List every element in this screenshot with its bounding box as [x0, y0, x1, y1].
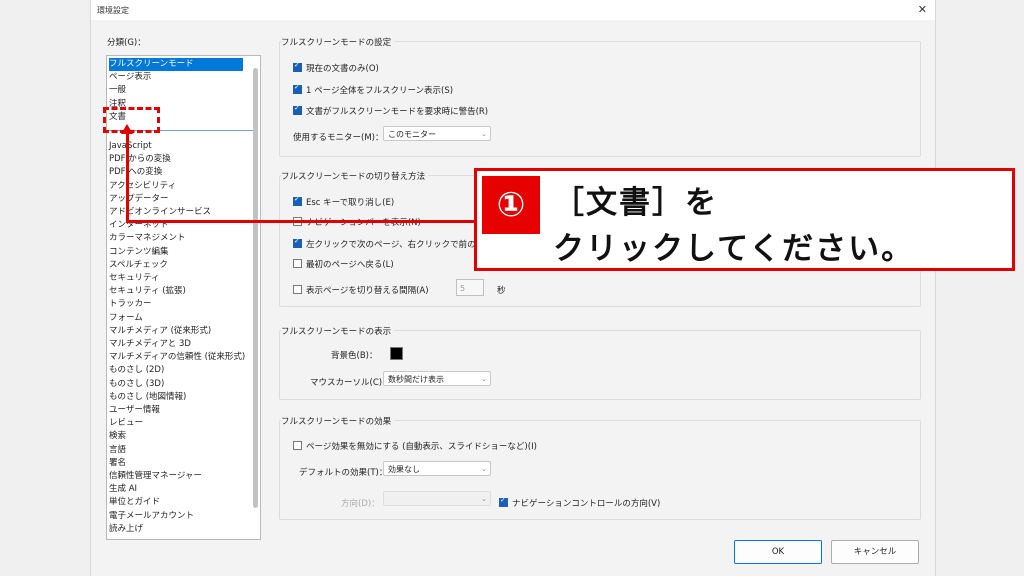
alert-checkbox[interactable]: 文書がフルスクリーンモードを要求時に警告(R) — [293, 104, 488, 117]
category-item[interactable]: PDF からの変換 — [109, 153, 171, 166]
checkbox-unchecked-icon — [293, 285, 302, 294]
category-item[interactable]: セキュリティ — [109, 272, 160, 285]
category-item[interactable]: トラッカー — [109, 298, 152, 311]
cursor-select[interactable]: 数秒間だけ表示 ⌄ — [383, 371, 491, 386]
arrow-up-icon — [121, 124, 133, 134]
step-number-badge: ① — [482, 176, 540, 234]
transitions-title: フルスクリーンモードの効果 — [281, 415, 395, 427]
checkbox-checked-icon — [293, 104, 302, 115]
background-color-label: 背景色(B)： — [331, 351, 378, 361]
checkbox-checked-icon — [293, 61, 302, 72]
category-item[interactable]: JavaScript — [109, 140, 152, 153]
category-label: 分類(G)： — [107, 38, 146, 48]
category-item[interactable]: 電子メールアカウント — [109, 510, 194, 523]
chevron-down-icon: ⌄ — [481, 375, 487, 383]
checkbox-checked-icon — [293, 195, 302, 206]
one-page-checkbox[interactable]: 1 ページ全体をフルスクリーン表示(S) — [293, 83, 453, 96]
setup-title: フルスクリーンモードの設定 — [281, 36, 395, 48]
category-item[interactable]: 信頼性管理マネージャー — [109, 470, 202, 483]
chevron-down-icon: ⌄ — [481, 495, 487, 503]
instruction-line-1: ［文書］を — [553, 185, 718, 221]
ok-button[interactable]: OK — [734, 540, 822, 564]
category-item[interactable]: ものさし (地図情報) — [109, 391, 186, 404]
appearance-group — [279, 330, 921, 400]
esc-checkbox[interactable]: Esc キーで取り消し(E) — [293, 195, 394, 208]
category-item[interactable]: レビュー — [109, 417, 143, 430]
category-item[interactable]: アドビオンラインサービス — [109, 206, 211, 219]
category-item[interactable]: 単位とガイド — [109, 496, 160, 509]
category-item[interactable]: ものさし (3D) — [109, 378, 164, 391]
advance-seconds-input[interactable]: 5 — [456, 279, 484, 296]
advance-checkbox[interactable]: 表示ページを切り替える間隔(A) — [293, 284, 429, 296]
category-item[interactable]: アクセシビリティ — [109, 180, 176, 193]
cancel-button[interactable]: キャンセル — [831, 540, 919, 564]
current-doc-checkbox[interactable]: 現在の文書のみ(O) — [293, 61, 379, 74]
category-item[interactable]: コンテンツ編集 — [109, 246, 169, 259]
nav-direction-checkbox[interactable]: ナビゲーションコントロールの方向(V) — [499, 496, 660, 509]
category-item[interactable]: フォーム — [109, 312, 143, 325]
default-transition-label: デフォルトの効果(T)： — [299, 468, 388, 478]
chevron-down-icon: ⌄ — [481, 465, 487, 473]
category-item[interactable]: ページ表示 — [109, 71, 151, 84]
appearance-title: フルスクリーンモードの表示 — [281, 325, 395, 337]
close-icon[interactable]: ✕ — [918, 3, 927, 16]
category-item[interactable]: フルスクリーンモード — [109, 58, 243, 71]
background-color-swatch[interactable] — [390, 347, 403, 360]
category-item[interactable]: 検索 — [109, 430, 126, 443]
checkbox-checked-icon — [499, 496, 508, 507]
instruction-callout: ① ［文書］を クリックしてください。 — [474, 168, 1015, 271]
category-item[interactable]: マルチメディア (従来形式) — [109, 325, 211, 338]
title-bar: 環境設定 ✕ — [91, 0, 935, 20]
category-item[interactable]: アップデーター — [109, 193, 169, 206]
window-title: 環境設定 — [97, 6, 129, 15]
category-item[interactable]: カラーマネジメント — [109, 232, 186, 245]
preferences-dialog: 環境設定 ✕ 分類(G)： フルスクリーンモード ページ表示 一般 注釈 文書 JavaS… — [90, 0, 936, 576]
category-item[interactable]: PDF への変換 — [109, 166, 162, 179]
list-scrollbar[interactable] — [253, 68, 258, 508]
category-item[interactable]: 言語 — [109, 444, 126, 457]
category-item[interactable]: スペルチェック — [109, 259, 168, 272]
category-item[interactable]: 読み上げ — [109, 523, 143, 536]
loop-checkbox[interactable]: 最初のページへ戻る(L) — [293, 258, 394, 270]
instruction-line-2: クリックしてください。 — [553, 231, 915, 267]
category-item[interactable]: 生成 AI — [109, 483, 137, 496]
chevron-down-icon: ⌄ — [481, 130, 487, 138]
category-item[interactable]: マルチメディアの信頼性 (従来形式) — [109, 351, 245, 364]
default-transition-select[interactable]: 効果なし ⌄ — [383, 461, 491, 476]
direction-select[interactable]: ⌄ — [383, 491, 491, 506]
seconds-label: 秒 — [497, 286, 506, 296]
checkbox-checked-icon — [293, 83, 302, 94]
category-item[interactable]: セキュリティ (拡張) — [109, 285, 186, 298]
ignore-transitions-checkbox[interactable]: ページ効果を無効にする (自動表示、スライドショーなど)(I) — [293, 440, 537, 452]
pointer-line-vertical — [126, 132, 129, 223]
checkbox-checked-icon — [293, 237, 302, 248]
monitor-select[interactable]: このモニター ⌄ — [383, 126, 491, 141]
direction-label: 方向(D)： — [341, 499, 380, 509]
cursor-label: マウスカーソル(C)： — [310, 378, 391, 388]
checkbox-unchecked-icon — [293, 441, 302, 450]
category-item[interactable]: 一般 — [109, 84, 126, 97]
category-item[interactable]: ユーザー情報 — [109, 404, 160, 417]
navigation-title: フルスクリーンモードの切り替え方法 — [281, 170, 429, 182]
checkbox-unchecked-icon — [293, 259, 302, 268]
category-item[interactable]: 署名 — [109, 457, 126, 470]
pointer-line-horizontal — [126, 220, 476, 223]
category-item[interactable]: マルチメディアと 3D — [109, 338, 191, 351]
category-item[interactable]: ものさし (2D) — [109, 364, 164, 377]
monitor-label: 使用するモニター(M)： — [293, 133, 384, 143]
